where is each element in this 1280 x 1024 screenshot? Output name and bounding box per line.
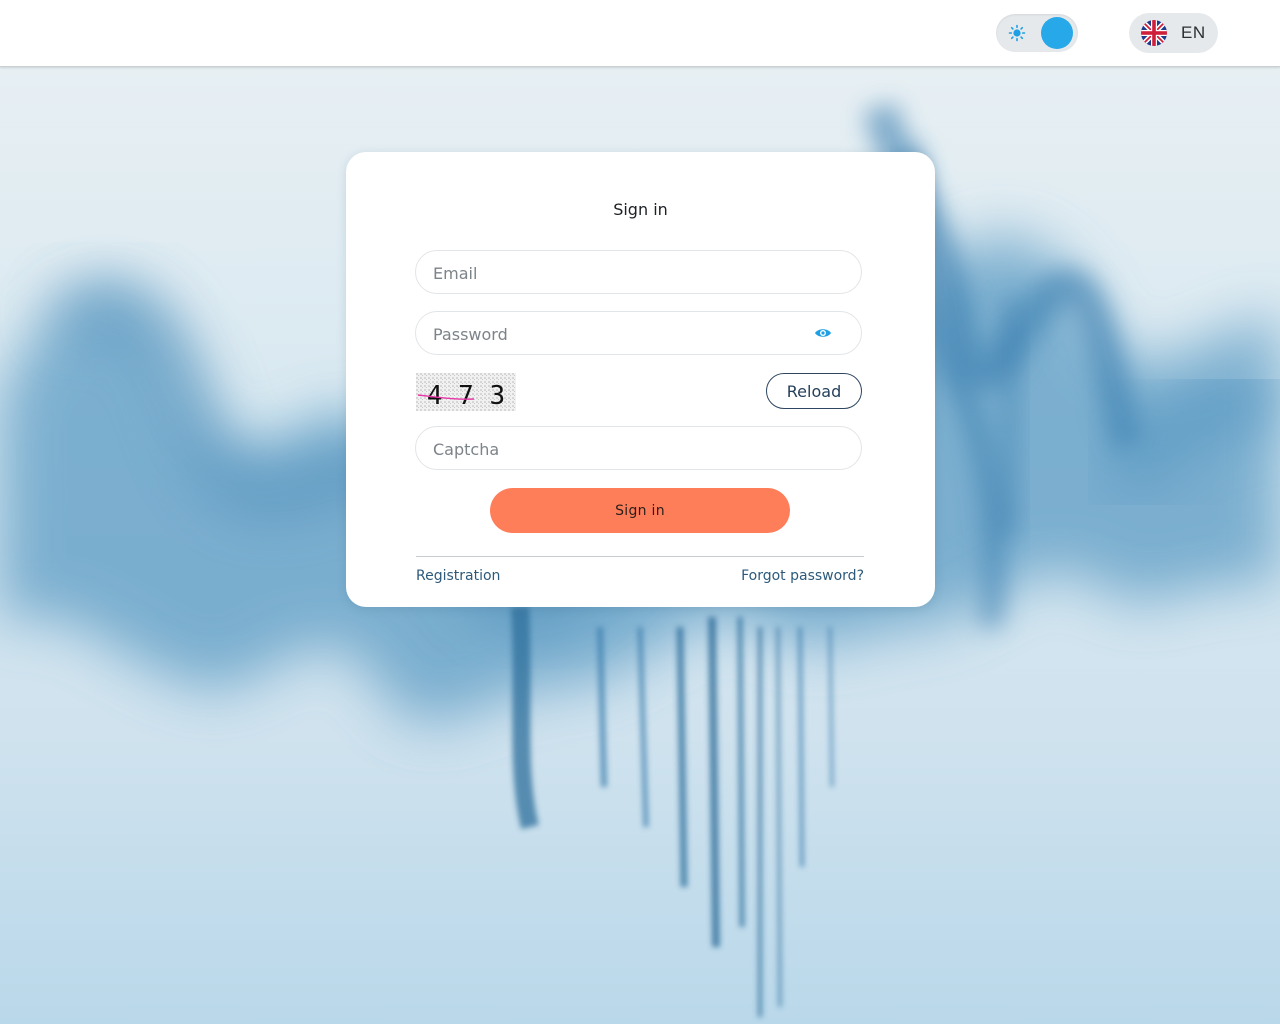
toggle-password-visibility-button[interactable] <box>813 324 833 342</box>
registration-link[interactable]: Registration <box>416 568 500 584</box>
language-code: EN <box>1181 23 1206 42</box>
forgot-password-link[interactable]: Forgot password? <box>741 568 864 584</box>
dark-mode-button[interactable] <box>1041 17 1073 49</box>
uk-flag-icon <box>1141 20 1167 46</box>
theme-toggle[interactable] <box>996 14 1078 52</box>
eye-icon <box>815 329 831 337</box>
captcha-field[interactable] <box>415 426 862 471</box>
sun-icon <box>1008 24 1026 42</box>
captcha-digits: 4 7 3 <box>427 381 505 411</box>
password-field[interactable] <box>415 311 862 356</box>
sign-in-button[interactable]: Sign in <box>490 488 790 533</box>
reload-captcha-button[interactable]: Reload <box>766 373 862 409</box>
divider <box>416 556 864 557</box>
moon-icon <box>1055 26 1062 40</box>
sign-in-title: Sign in <box>613 200 668 219</box>
captcha-input[interactable] <box>431 427 815 471</box>
password-input[interactable] <box>431 312 815 356</box>
email-field[interactable] <box>415 250 862 295</box>
top-bar: EN <box>0 0 1280 67</box>
sign-in-card: Sign in 4 7 3 Reload <box>346 152 935 607</box>
captcha-image: 4 7 3 <box>416 373 516 411</box>
language-selector[interactable]: EN <box>1129 13 1218 53</box>
email-input[interactable] <box>431 251 815 295</box>
light-mode-button[interactable] <box>1002 18 1032 48</box>
